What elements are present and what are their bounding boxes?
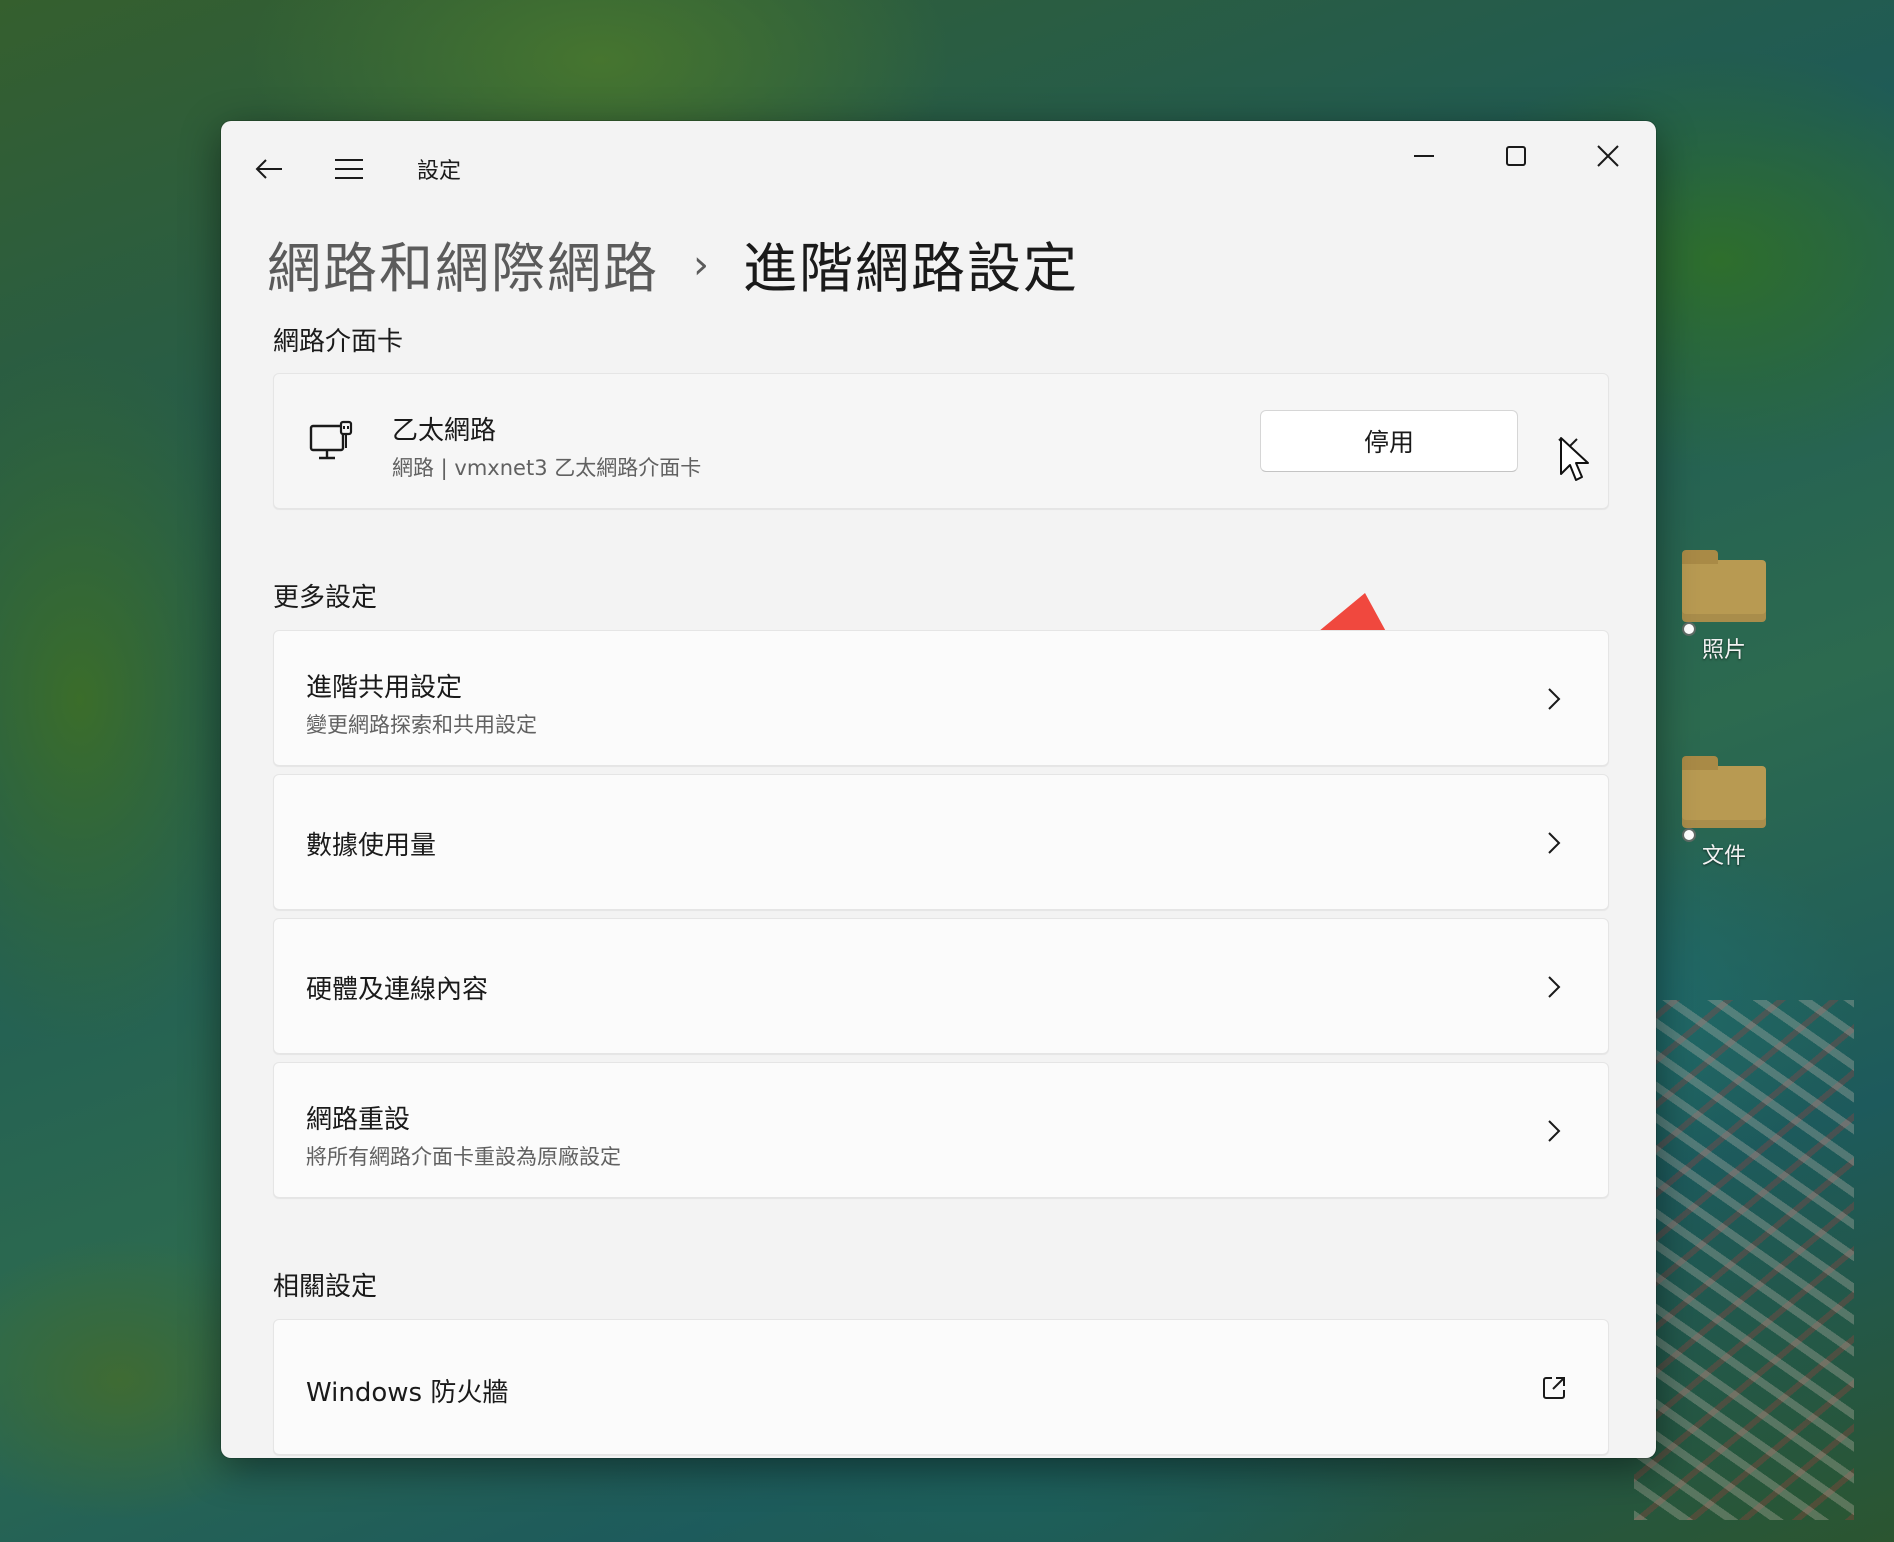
sync-status-icon xyxy=(1682,622,1696,636)
close-button[interactable] xyxy=(1562,127,1654,185)
item-title: Windows 防火牆 xyxy=(306,1378,509,1408)
settings-item-advanced-sharing[interactable]: 進階共用設定 變更網路探索和共用設定 xyxy=(273,630,1609,766)
close-icon xyxy=(1597,145,1619,167)
breadcrumb: 網路和網際網路 › 進階網路設定 xyxy=(267,213,1079,313)
desktop-icon-photos[interactable]: 照片 xyxy=(1674,550,1774,664)
breadcrumb-separator: › xyxy=(693,242,709,288)
back-button[interactable] xyxy=(241,141,297,197)
page-title: 進階網路設定 xyxy=(743,236,1079,300)
section-heading-adapters: 網路介面卡 xyxy=(273,327,404,357)
app-title: 設定 xyxy=(417,159,462,184)
folder-icon xyxy=(1682,550,1766,622)
wallpaper-boats xyxy=(1634,1000,1854,1520)
title-bar[interactable]: 設定 xyxy=(221,121,1656,213)
mouse-pointer-icon xyxy=(1560,437,1589,481)
maximize-button[interactable] xyxy=(1470,127,1562,185)
chevron-right-icon xyxy=(1540,973,1568,1001)
breadcrumb-parent-link[interactable]: 網路和網際網路 xyxy=(267,224,659,303)
section-heading-related: 相關設定 xyxy=(273,1272,378,1302)
chevron-right-icon xyxy=(1540,685,1568,713)
back-arrow-icon xyxy=(255,159,282,179)
chevron-right-icon xyxy=(1540,829,1568,857)
minimize-icon xyxy=(1414,155,1434,157)
desktop-icon-label: 文件 xyxy=(1701,844,1746,869)
settings-window: 設定 網路和網際網路 › 進階網路設定 網路介面卡 乙太網路 網路 | vmxn… xyxy=(221,121,1656,1458)
settings-item-network-reset[interactable]: 網路重設 將所有網路介面卡重設為原廠設定 xyxy=(273,1062,1609,1198)
settings-item-windows-firewall[interactable]: Windows 防火牆 xyxy=(273,1319,1609,1455)
section-heading-more: 更多設定 xyxy=(273,583,378,613)
external-link-icon xyxy=(1540,1374,1568,1402)
disable-adapter-button[interactable]: 停用 xyxy=(1260,410,1518,472)
item-title: 進階共用設定 xyxy=(306,673,463,703)
sync-status-icon xyxy=(1682,828,1696,842)
settings-item-data-usage[interactable]: 數據使用量 xyxy=(273,774,1609,910)
adapter-description: 網路 | vmxnet3 乙太網路介面卡 xyxy=(392,456,702,480)
desktop-icon-label: 照片 xyxy=(1701,638,1746,663)
item-title: 數據使用量 xyxy=(306,831,437,861)
minimize-button[interactable] xyxy=(1378,127,1470,185)
adapter-name: 乙太網路 xyxy=(392,416,497,446)
maximize-icon xyxy=(1506,146,1526,166)
folder-icon xyxy=(1682,756,1766,828)
item-title: 硬體及連線內容 xyxy=(306,975,489,1005)
item-title: 網路重設 xyxy=(306,1105,411,1135)
desktop-icon-documents[interactable]: 文件 xyxy=(1674,756,1774,870)
item-subtitle: 變更網路探索和共用設定 xyxy=(306,713,537,737)
ethernet-computer-icon xyxy=(309,420,353,460)
navigation-menu-button[interactable] xyxy=(321,141,377,197)
hamburger-menu-icon xyxy=(335,159,363,179)
chevron-right-icon xyxy=(1540,1117,1568,1145)
settings-item-hardware-properties[interactable]: 硬體及連線內容 xyxy=(273,918,1609,1054)
adapter-card-ethernet[interactable]: 乙太網路 網路 | vmxnet3 乙太網路介面卡 停用 xyxy=(273,373,1609,509)
item-subtitle: 將所有網路介面卡重設為原廠設定 xyxy=(306,1145,621,1169)
